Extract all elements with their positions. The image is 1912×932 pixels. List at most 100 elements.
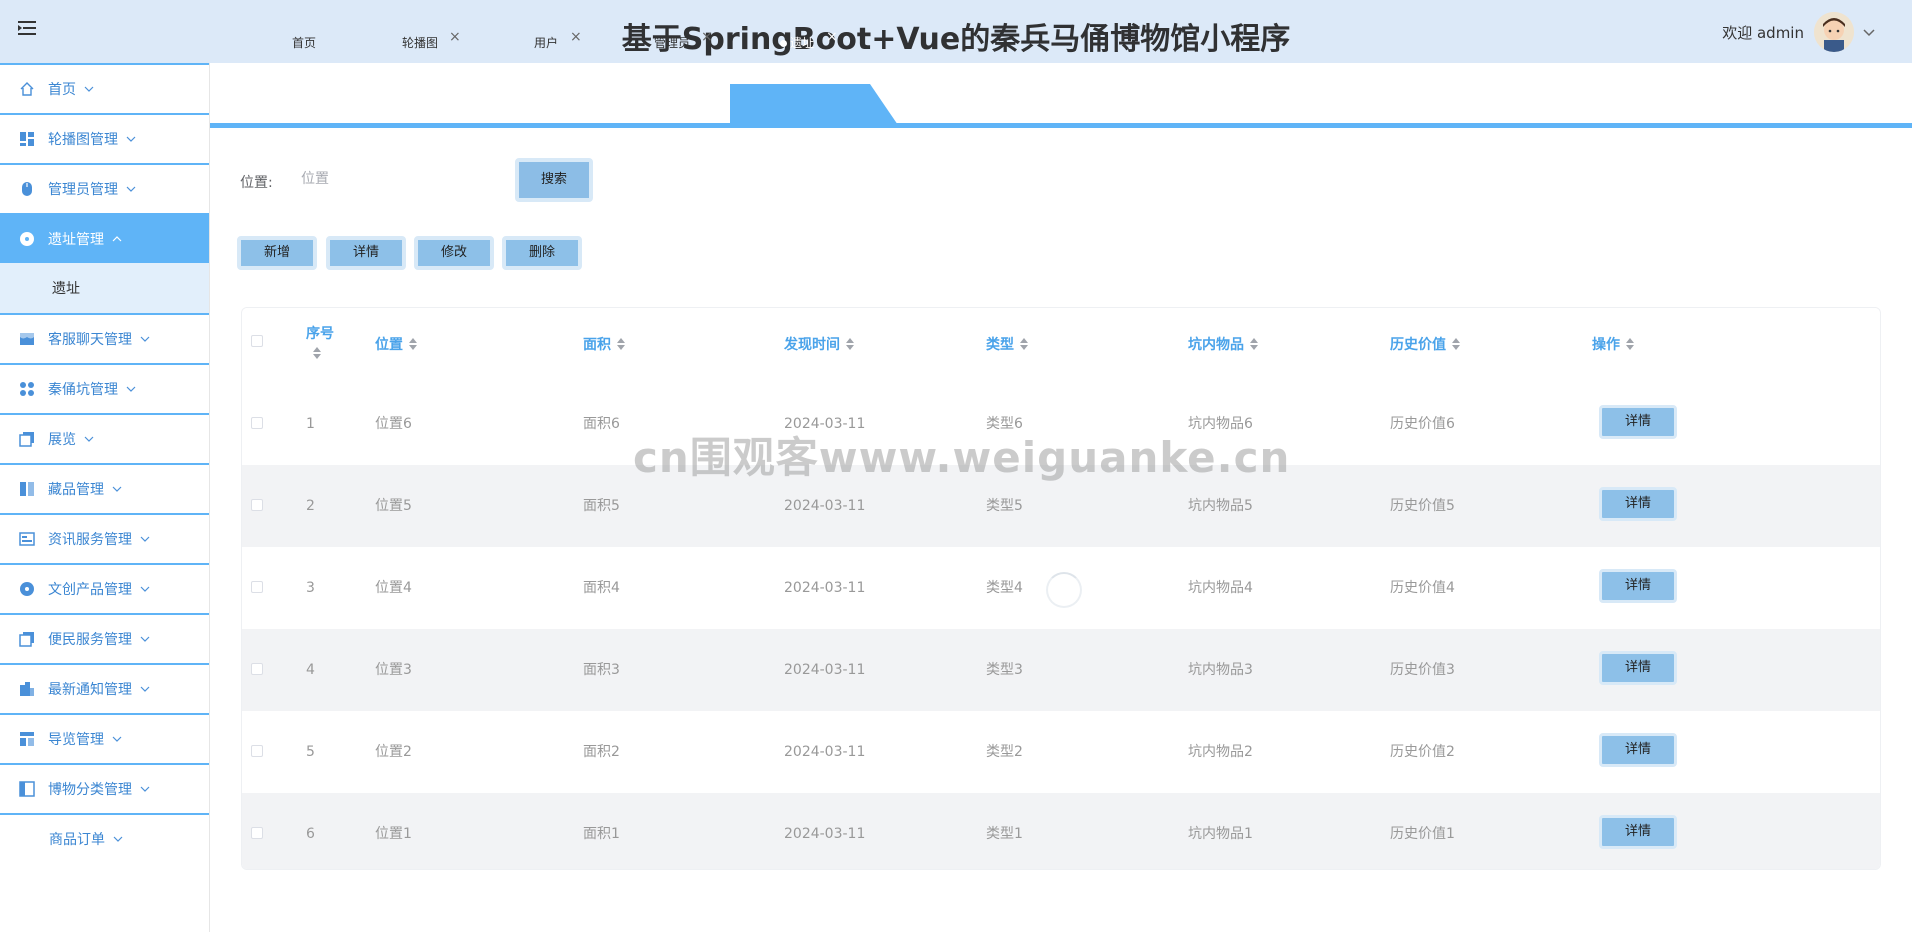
active-dot-icon (780, 40, 787, 47)
column-header-actions[interactable]: 操作 (1592, 334, 1634, 354)
sidebar-item-home[interactable]: 首页 (0, 63, 209, 113)
search-button[interactable]: 搜索 (515, 158, 593, 202)
row-detail-button[interactable]: 详情 (1599, 569, 1677, 603)
table-row[interactable]: 4 位置3 面积3 2024-03-11 类型3 坑内物品3 历史价值3 详情 (242, 629, 1880, 711)
sidebar-item-products[interactable]: 文创产品管理 (0, 563, 209, 613)
chevron-down-icon[interactable] (1862, 25, 1876, 39)
sort-icon[interactable] (1452, 338, 1460, 350)
mouse-icon (18, 180, 36, 198)
row-checkbox[interactable] (251, 827, 263, 839)
chevron-down-icon (140, 636, 150, 642)
chevron-down-icon (126, 186, 136, 192)
sort-icon[interactable] (617, 338, 625, 350)
sidebar-item-news[interactable]: 资讯服务管理 (0, 513, 209, 563)
sort-icon[interactable] (409, 338, 417, 350)
tab-label: 用户 (534, 36, 559, 50)
table-row[interactable]: 5 位置2 面积2 2024-03-11 类型2 坑内物品2 历史价值2 详情 (242, 711, 1880, 793)
column-header-location[interactable]: 位置 (375, 334, 417, 354)
tab-label: 管理员 (654, 36, 691, 50)
row-checkbox[interactable] (251, 663, 263, 675)
cell-items: 坑内物品6 (1188, 416, 1253, 432)
column-header-index[interactable]: 序号 (306, 323, 334, 359)
add-button[interactable]: 新增 (237, 236, 317, 270)
sidebar-item-banner[interactable]: 轮播图管理 (0, 113, 209, 163)
cell-area: 面积2 (583, 744, 620, 760)
loading-spinner-icon (1046, 572, 1082, 608)
cell-index: 1 (306, 416, 315, 432)
chevron-down-icon (126, 136, 136, 142)
column-header-type[interactable]: 类型 (986, 334, 1028, 354)
user-menu[interactable]: 欢迎 admin (1722, 10, 1876, 54)
column-header-area[interactable]: 面积 (583, 334, 625, 354)
close-icon[interactable]: × (826, 15, 838, 59)
cell-type: 类型6 (986, 416, 1023, 432)
row-detail-button[interactable]: 详情 (1599, 733, 1677, 767)
sidebar-item-label: 轮播图管理 (48, 132, 118, 148)
sort-icon[interactable] (1626, 338, 1634, 350)
sidebar-item-label: 管理员管理 (48, 182, 118, 198)
cell-location: 位置3 (375, 662, 412, 678)
delete-button[interactable]: 删除 (502, 236, 582, 270)
cell-location: 位置4 (375, 580, 412, 596)
chevron-down-icon (140, 586, 150, 592)
table-header: 序号 位置 面积 发现时间 类型 坑内物品 历史价值 操作 (242, 308, 1880, 383)
sidebar-item-label: 博物分类管理 (48, 782, 132, 798)
avatar[interactable] (1814, 12, 1854, 52)
detail-button[interactable]: 详情 (326, 236, 406, 270)
sidebar-item-orders[interactable]: 商品订单 (0, 813, 209, 863)
sidebar-item-guide[interactable]: 导览管理 (0, 713, 209, 763)
column-label: 发现时间 (784, 337, 840, 353)
sort-icon[interactable] (1020, 338, 1028, 350)
column-header-value[interactable]: 历史价值 (1390, 334, 1460, 354)
sort-icon[interactable] (1250, 338, 1258, 350)
sidebar-item-pits[interactable]: 秦俑坑管理 (0, 363, 209, 413)
tab-banner[interactable]: 轮播图 × (402, 21, 461, 65)
table-row[interactable]: 6 位置1 面积1 2024-03-11 类型1 坑内物品1 历史价值1 详情 (242, 793, 1880, 869)
sidebar-subitem-site[interactable]: 遗址 (0, 263, 209, 313)
row-checkbox[interactable] (251, 581, 263, 593)
row-checkbox[interactable] (251, 745, 263, 757)
sidebar-item-sites[interactable]: 遗址管理 (0, 213, 209, 263)
column-label: 历史价值 (1390, 337, 1446, 353)
search-input[interactable] (295, 162, 497, 196)
table-row[interactable]: 1 位置6 面积6 2024-03-11 类型6 坑内物品6 历史价值6 详情 (242, 383, 1880, 465)
sort-icon[interactable] (313, 347, 321, 359)
sidebar-item-exhibition[interactable]: 展览 (0, 413, 209, 463)
sidebar-item-categories[interactable]: 博物分类管理 (0, 763, 209, 813)
column-header-date[interactable]: 发现时间 (784, 334, 854, 354)
sidebar-item-services[interactable]: 便民服务管理 (0, 613, 209, 663)
cell-type: 类型3 (986, 662, 1023, 678)
chevron-down-icon (84, 86, 94, 92)
chevron-down-icon (126, 386, 136, 392)
sidebar-item-admins[interactable]: 管理员管理 (0, 163, 209, 213)
chevron-up-icon (112, 236, 122, 242)
sidebar-item-notices[interactable]: 最新通知管理 (0, 663, 209, 713)
tab-underline (210, 123, 1912, 128)
edit-button[interactable]: 修改 (414, 236, 494, 270)
select-all-checkbox[interactable] (251, 335, 263, 347)
row-detail-button[interactable]: 详情 (1599, 487, 1677, 521)
chevron-down-icon (112, 486, 122, 492)
close-icon[interactable]: × (701, 15, 713, 59)
tab-users[interactable]: 用户 × (534, 21, 582, 65)
row-detail-button[interactable]: 详情 (1599, 815, 1677, 849)
sidebar-item-chat[interactable]: 客服聊天管理 (0, 313, 209, 363)
sidebar-item-collection[interactable]: 藏品管理 (0, 463, 209, 513)
tab-sites[interactable]: 遗址 × (780, 21, 838, 65)
row-detail-button[interactable]: 详情 (1599, 405, 1677, 439)
close-icon[interactable]: × (570, 15, 582, 59)
sort-icon[interactable] (846, 338, 854, 350)
column-header-items[interactable]: 坑内物品 (1188, 334, 1258, 354)
close-icon[interactable]: × (449, 15, 461, 59)
building-icon (18, 680, 36, 698)
sidebar-item-label: 展览 (48, 432, 76, 448)
row-detail-button[interactable]: 详情 (1599, 651, 1677, 685)
row-checkbox[interactable] (251, 499, 263, 511)
sidebar-item-label: 客服聊天管理 (48, 332, 132, 348)
cell-items: 坑内物品4 (1188, 580, 1253, 596)
row-checkbox[interactable] (251, 417, 263, 429)
table-row[interactable]: 2 位置5 面积5 2024-03-11 类型5 坑内物品5 历史价值5 详情 (242, 465, 1880, 547)
tab-admins[interactable]: 管理员 × (654, 21, 713, 65)
cell-value: 历史价值1 (1390, 826, 1455, 842)
tab-home[interactable]: 首页 (292, 21, 316, 65)
